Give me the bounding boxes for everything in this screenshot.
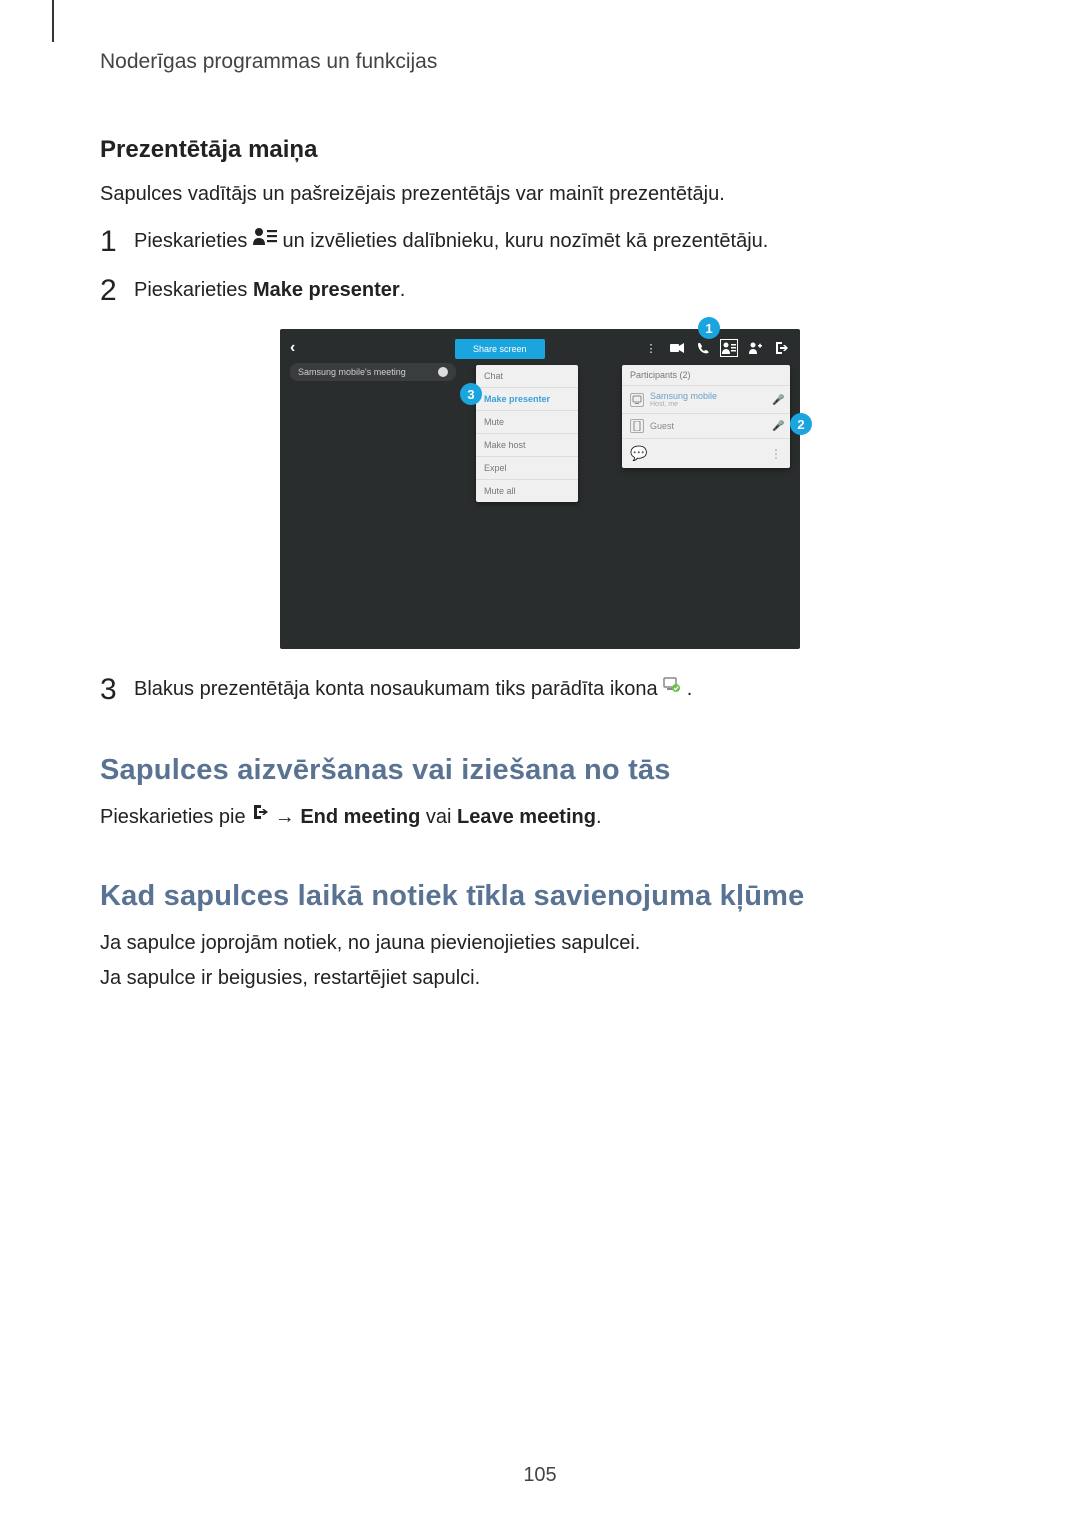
step-text: Pieskarieties un izvēlieties dalībnieku,… — [134, 227, 980, 256]
step-text: Blakus prezentētāja konta nosaukumam tik… — [134, 675, 980, 704]
more-icon: ⋮ — [642, 339, 660, 357]
subheading-change-presenter: Prezentētāja maiņa — [100, 136, 980, 164]
app-screenshot: ‹ Share screen ⋮ — [280, 329, 800, 649]
participants-header: Participants (2) — [622, 365, 790, 386]
body-bold2: Leave meeting — [457, 806, 596, 828]
heading-network-failure: Kad sapulces laikā notiek tīkla savienoj… — [100, 880, 980, 913]
call-icon — [694, 339, 712, 357]
mic-icon: 🎤 — [772, 421, 782, 431]
intro-text: Sapulces vadītājs un pašreizējais prezen… — [100, 180, 980, 209]
close-meeting-text: Pieskarieties pie → End meeting vai Leav… — [100, 803, 980, 832]
body-bold1: End meeting — [300, 806, 420, 828]
step3-pre: Blakus prezentētāja konta nosaukumam tik… — [134, 678, 663, 700]
body-pre: Pieskarieties pie — [100, 806, 251, 828]
participants-footer: 💬 ⋮ — [622, 439, 790, 468]
menu-item: Expel — [476, 457, 578, 480]
exit-icon — [772, 339, 790, 357]
participant-row: Guest 🎤 — [622, 414, 790, 439]
body-post: . — [596, 806, 602, 828]
add-person-icon — [746, 339, 764, 357]
menu-item: Chat — [476, 365, 578, 388]
menu-item-make-presenter: Make presenter — [476, 388, 578, 411]
exit-icon — [251, 801, 269, 830]
step1-post: un izvēlieties dalībnieku, kuru nozīmēt … — [283, 230, 769, 252]
step-number: 1 — [100, 225, 134, 258]
meeting-name: Samsung mobile's meeting — [298, 367, 406, 377]
step1-pre: Pieskarieties — [134, 230, 253, 252]
step-number: 3 — [100, 673, 134, 706]
step-2: 2 Pieskarieties Make presenter. — [100, 276, 980, 307]
context-menu: Chat Make presenter Mute Make host Expel… — [476, 365, 578, 502]
callout-3: 3 — [460, 383, 482, 405]
page-number: 105 — [0, 1464, 1080, 1487]
step-text: Pieskarieties Make presenter. — [134, 276, 980, 305]
chat-icon: 💬 — [630, 445, 647, 462]
step-3: 3 Blakus prezentētāja konta nosaukumam t… — [100, 675, 980, 706]
heading-close-meeting: Sapulces aizvēršanas vai iziešana no tās — [100, 754, 980, 787]
back-icon: ‹ — [290, 339, 295, 357]
page-header: Noderīgas programmas un funkcijas — [100, 50, 980, 74]
more-icon: ⋮ — [770, 447, 782, 461]
body-mid: vai — [420, 806, 457, 828]
share-screen-button: Share screen — [455, 339, 545, 359]
participant-name: Guest — [650, 421, 766, 431]
step-number: 2 — [100, 274, 134, 307]
video-icon — [668, 339, 686, 357]
menu-item: Make host — [476, 434, 578, 457]
chip-close-icon — [438, 367, 448, 377]
network-line1: Ja sapulce joprojām notiek, no jauna pie… — [100, 929, 980, 958]
step2-post: . — [400, 279, 406, 301]
participant-sub: Host, me — [650, 401, 766, 408]
menu-item: Mute — [476, 411, 578, 434]
meeting-label-chip: Samsung mobile's meeting — [290, 363, 456, 381]
callout-1: 1 — [698, 317, 720, 339]
participant-name: Samsung mobile — [650, 391, 766, 401]
participants-list-icon — [253, 225, 277, 254]
step3-post: . — [687, 678, 693, 700]
participants-panel: Participants (2) Samsung mobile Host, me… — [622, 365, 790, 468]
participants-icon — [720, 339, 738, 357]
participant-info: Samsung mobile Host, me — [650, 391, 766, 408]
participant-badge-icon — [630, 419, 644, 433]
page: Noderīgas programmas un funkcijas Prezen… — [0, 0, 1080, 1527]
callout-2: 2 — [790, 413, 812, 435]
step-1: 1 Pieskarieties un izvēlieties dalībniek… — [100, 227, 980, 258]
network-line2: Ja sapulce ir beigusies, restartējiet sa… — [100, 964, 980, 993]
menu-item: Mute all — [476, 480, 578, 502]
presenter-badge-icon — [630, 393, 644, 407]
side-rule — [52, 0, 54, 42]
screenshot-wrap: ‹ Share screen ⋮ — [100, 329, 980, 649]
step2-bold: Make presenter — [253, 279, 400, 301]
top-icon-bar: ⋮ — [642, 339, 790, 357]
body-arrow: → — [275, 806, 301, 828]
participant-row: Samsung mobile Host, me 🎤 — [622, 386, 790, 414]
presenter-badge-icon — [663, 673, 681, 702]
mic-icon: 🎤 — [772, 395, 782, 405]
step2-pre: Pieskarieties — [134, 279, 253, 301]
